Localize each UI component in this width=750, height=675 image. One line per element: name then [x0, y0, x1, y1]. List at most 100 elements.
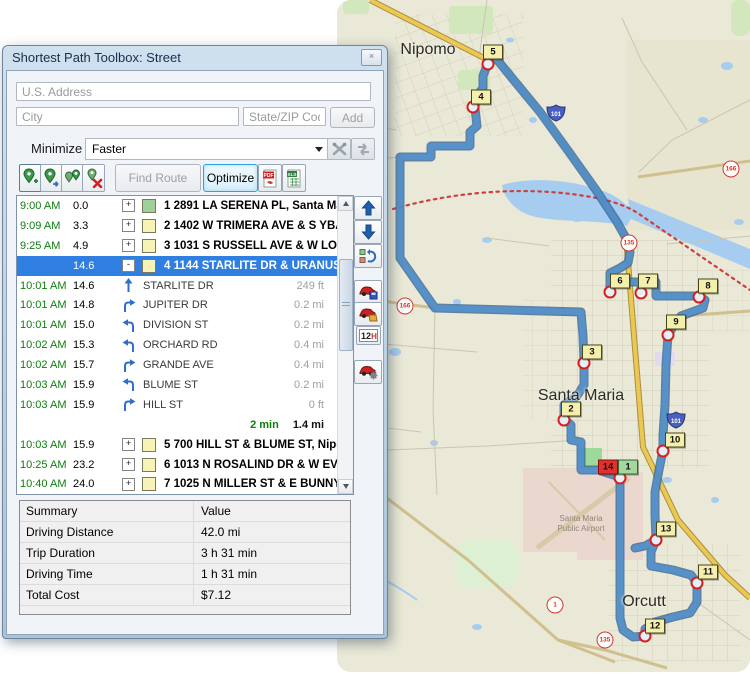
- route-stop-row[interactable]: 9:09 AM3.3+2 1402 W TRIMERA AVE & S YBA: [17, 216, 338, 236]
- turn-left-icon: [122, 318, 136, 333]
- segment-length: 0 ft: [309, 399, 324, 411]
- route-stop-icon[interactable]: [40, 164, 63, 192]
- segment-duration: 2 min: [250, 419, 279, 431]
- stop-description: 4 1144 STARLITE DR & URANUS: [164, 260, 338, 272]
- segment-length: 0.4 mi: [294, 359, 324, 371]
- street-name: GRANDE AVE: [143, 359, 214, 371]
- map-marker-8[interactable]: 8: [698, 279, 718, 294]
- cumulative-distance: 15.0: [73, 319, 108, 331]
- route-step-row[interactable]: 10:03 AM15.9HILL ST0 ft: [17, 395, 338, 415]
- arrival-time: 10:40 AM: [17, 478, 73, 490]
- scroll-up-icon[interactable]: [338, 196, 353, 211]
- expand-icon[interactable]: +: [122, 458, 135, 471]
- us-route-shield-101: 101: [546, 104, 566, 122]
- state-zip-input[interactable]: [243, 107, 326, 126]
- summary-metric: Total Cost: [20, 585, 194, 605]
- delete-stops-icon[interactable]: [82, 164, 105, 192]
- swap-route-icon[interactable]: [351, 138, 375, 160]
- expand-icon[interactable]: +: [122, 239, 135, 252]
- find-route-button[interactable]: Find Route: [115, 164, 201, 192]
- map-marker-12[interactable]: 12: [645, 619, 665, 634]
- open-route-icon[interactable]: [354, 302, 382, 326]
- summary-metric: Driving Time: [20, 564, 194, 584]
- scrollbar-thumb[interactable]: [339, 259, 353, 351]
- summary-value: 3 h 31 min: [194, 546, 257, 560]
- turn-straight-icon: [122, 278, 136, 293]
- route-stop-row[interactable]: 10:40 AM24.0+7 1025 N MILLER ST & E BUNN…: [17, 474, 338, 494]
- minimize-select[interactable]: Faster: [85, 138, 330, 160]
- summary-value: 1 h 31 min: [194, 567, 257, 581]
- move-down-icon[interactable]: [354, 220, 382, 244]
- find-stops-icon[interactable]: [61, 164, 84, 192]
- cumulative-distance: 15.7: [73, 359, 108, 371]
- close-icon[interactable]: ×: [361, 49, 382, 66]
- route-stop-row[interactable]: 9:00 AM0.0+1 2891 LA SERENA PL, Santa Ma…: [17, 196, 338, 216]
- route-stop-row[interactable]: 9:25 AM4.9+3 1031 S RUSSELL AVE & W LOS: [17, 236, 338, 256]
- route-subtotal-row[interactable]: 2 min1.4 mi: [17, 415, 338, 435]
- route-step-row[interactable]: 10:03 AM15.9BLUME ST0.2 mi: [17, 375, 338, 395]
- street-name: JUPITER DR: [143, 299, 208, 311]
- svg-text:101: 101: [551, 112, 562, 118]
- route-stop-row[interactable]: 10:03 AM15.9+5 700 HILL ST & BLUME ST, N…: [17, 435, 338, 455]
- cumulative-distance: 14.6: [73, 260, 108, 272]
- svg-text:12: 12: [361, 331, 371, 341]
- segment-length: 0.4 mi: [294, 339, 324, 351]
- arrival-time: 9:09 AM: [17, 220, 73, 232]
- route-step-row[interactable]: 10:02 AM15.7GRANDE AVE0.4 mi: [17, 355, 338, 375]
- city-input[interactable]: [16, 107, 239, 126]
- minimize-value: Faster: [92, 142, 126, 156]
- expand-icon[interactable]: +: [122, 219, 135, 232]
- save-route-icon[interactable]: [354, 280, 382, 304]
- cumulative-distance: 23.2: [73, 459, 108, 471]
- stop-color-swatch: [142, 259, 156, 273]
- expand-icon[interactable]: +: [122, 438, 135, 451]
- map-marker-6[interactable]: 6: [610, 274, 630, 289]
- arrival-time: 10:01 AM: [17, 280, 73, 292]
- move-up-icon[interactable]: [354, 196, 382, 220]
- export-excel-icon[interactable]: XLS: [282, 164, 306, 192]
- map-marker-9[interactable]: 9: [666, 315, 686, 330]
- titlebar[interactable]: Shortest Path Toolbox: Street ×: [3, 46, 387, 69]
- route-stop-row[interactable]: 14.6 - 4 1144 STARLITE DR & URANUS: [17, 256, 338, 276]
- svg-text:PDF: PDF: [264, 173, 274, 179]
- cumulative-distance: 15.9: [73, 379, 108, 391]
- expand-icon[interactable]: +: [122, 199, 135, 212]
- map-marker-2[interactable]: 2: [561, 402, 581, 417]
- route-stop-row[interactable]: 10:25 AM23.2+6 1013 N ROSALIND DR & W EV: [17, 455, 338, 475]
- map-marker-4[interactable]: 4: [471, 90, 491, 105]
- time-format-12h-icon[interactable]: 12H: [356, 326, 381, 345]
- turn-right-icon: [122, 397, 136, 412]
- add-button[interactable]: Add: [330, 107, 375, 128]
- map-marker-7[interactable]: 7: [638, 274, 658, 289]
- route-list-scrollbar[interactable]: [337, 196, 353, 494]
- map-marker-10[interactable]: 10: [665, 433, 685, 448]
- us-address-input[interactable]: [16, 82, 371, 101]
- svg-text:H: H: [371, 332, 377, 341]
- summary-row: Trip Duration3 h 31 min: [20, 543, 350, 564]
- arrival-time: 10:02 AM: [17, 339, 73, 351]
- expand-icon[interactable]: +: [122, 478, 135, 491]
- svg-text:101: 101: [671, 419, 682, 425]
- route-options-icon[interactable]: [354, 360, 382, 384]
- route-tools-icon[interactable]: [327, 138, 351, 160]
- add-stop-icon[interactable]: [19, 164, 42, 192]
- map-marker-3[interactable]: 3: [582, 345, 602, 360]
- map-marker-14[interactable]: 14: [598, 460, 618, 475]
- scroll-down-icon[interactable]: [338, 479, 353, 494]
- optimize-button[interactable]: Optimize: [203, 164, 258, 192]
- street-name: BLUME ST: [143, 379, 198, 391]
- map-marker-13[interactable]: 13: [656, 522, 676, 537]
- route-step-row[interactable]: 10:01 AM14.8JUPITER DR0.2 mi: [17, 295, 338, 315]
- export-pdf-icon[interactable]: PDF: [258, 164, 282, 192]
- route-step-row[interactable]: 10:01 AM15.0DIVISION ST0.2 mi: [17, 315, 338, 335]
- map-canvas[interactable]: NipomoSanta MariaOrcuttSanta MariaPublic…: [337, 0, 750, 672]
- map-marker-11[interactable]: 11: [698, 565, 718, 580]
- route-step-row[interactable]: 10:02 AM15.3ORCHARD RD0.4 mi: [17, 335, 338, 355]
- collapse-icon[interactable]: -: [122, 259, 135, 272]
- map-marker-5[interactable]: 5: [483, 45, 503, 60]
- reorder-stops-icon[interactable]: [354, 244, 382, 268]
- map-marker-1[interactable]: 1: [618, 460, 638, 475]
- us-route-shield-101: 101: [666, 411, 686, 429]
- window-title: Shortest Path Toolbox: Street: [12, 50, 361, 65]
- route-step-row[interactable]: 10:01 AM14.6STARLITE DR249 ft: [17, 276, 338, 296]
